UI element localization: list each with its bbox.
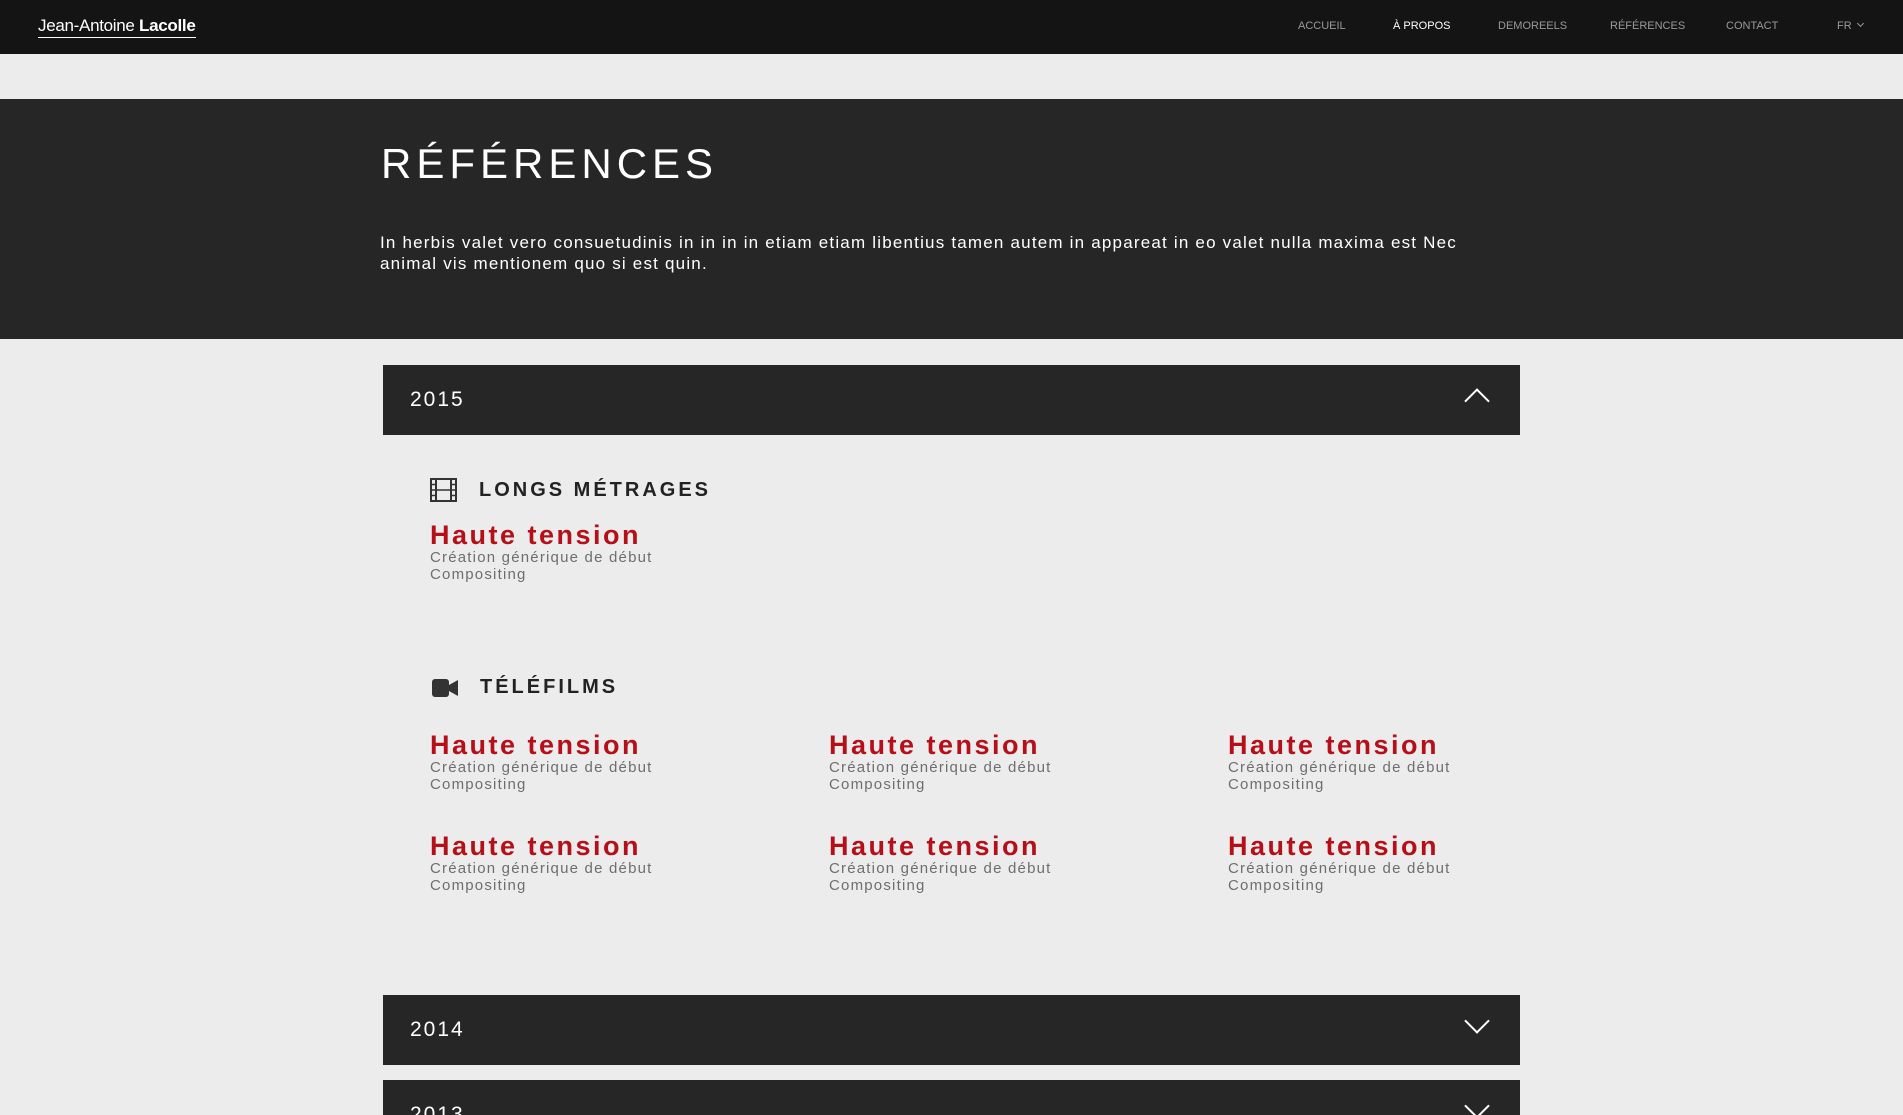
entry-title: Haute tension <box>829 730 1041 760</box>
accordion-year-label: 2013 <box>410 1103 465 1115</box>
intro-text: In herbis valet vero consuetudinis in in… <box>380 233 1457 273</box>
reference-entry[interactable]: Haute tension Création générique de débu… <box>430 832 790 894</box>
site-logo[interactable]: Jean-Antoine Lacolle <box>38 16 196 38</box>
nav-item-contact[interactable]: CONTACT <box>1726 20 1778 32</box>
nav-item-demoreels[interactable]: DEMOREELS <box>1498 20 1567 32</box>
reference-entry[interactable]: Haute tension Création générique de débu… <box>430 521 790 583</box>
entry-title: Haute tension <box>430 831 642 861</box>
accordion-year-label: 2015 <box>410 388 465 411</box>
video-camera-icon <box>432 678 458 697</box>
section-title: TÉLÉFILMS <box>480 676 619 698</box>
entry-task: Compositing <box>430 566 527 583</box>
entry-title: Haute tension <box>430 520 642 550</box>
reference-entry[interactable]: Haute tension Création générique de débu… <box>1228 832 1588 894</box>
reference-entry[interactable]: Haute tension Création générique de débu… <box>430 731 790 793</box>
nav-item-references[interactable]: RÉFÉRENCES <box>1610 20 1685 32</box>
entry-task: Compositing <box>1228 877 1325 894</box>
entry-task: Compositing <box>1228 776 1325 793</box>
entry-task: Compositing <box>430 776 527 793</box>
film-icon <box>430 478 457 502</box>
language-selector[interactable]: FR <box>1837 19 1864 32</box>
chevron-up-icon[interactable] <box>1464 388 1490 414</box>
entry-title: Haute tension <box>430 730 642 760</box>
entry-task: Compositing <box>829 776 926 793</box>
entry-task: Compositing <box>829 877 926 894</box>
chevron-down-icon <box>1856 19 1864 28</box>
section-header-telefilms: TÉLÉFILMS <box>432 676 618 699</box>
top-navbar: Jean-Antoine Lacolle ACCUEIL À PROPOS DE… <box>0 0 1903 54</box>
entry-role: Création générique de début <box>430 860 653 877</box>
entry-role: Création générique de début <box>430 549 653 566</box>
entry-title: Haute tension <box>829 831 1041 861</box>
logo-first-name: Jean-Antoine <box>38 16 135 35</box>
reference-entry[interactable]: Haute tension Création générique de débu… <box>829 832 1189 894</box>
chevron-down-icon[interactable] <box>1464 1008 1490 1034</box>
section-title: LONGS MÉTRAGES <box>479 478 712 501</box>
logo-last-name: Lacolle <box>139 16 196 35</box>
entry-role: Création générique de début <box>1228 759 1451 776</box>
accordion-year-label: 2014 <box>410 1018 465 1041</box>
section-header-longs-metrages: LONGS MÉTRAGES <box>430 478 711 502</box>
entry-task: Compositing <box>430 877 527 894</box>
nav-item-accueil[interactable]: ACCUEIL <box>1298 20 1346 32</box>
page-title: RÉFÉRENCES <box>381 140 719 187</box>
entry-title: Haute tension <box>1228 831 1440 861</box>
accordion-year-2013[interactable]: 2013 <box>383 1080 1520 1115</box>
reference-entry[interactable]: Haute tension Création générique de débu… <box>829 731 1189 793</box>
accordion-year-2015[interactable]: 2015 <box>383 365 1520 435</box>
entry-role: Création générique de début <box>829 860 1052 877</box>
chevron-down-icon[interactable] <box>1464 1093 1490 1115</box>
reference-entry[interactable]: Haute tension Création générique de débu… <box>1228 731 1588 793</box>
entry-role: Création générique de début <box>1228 860 1451 877</box>
hero-banner: RÉFÉRENCES In herbis valet vero consuetu… <box>0 99 1903 339</box>
nav-item-a-propos[interactable]: À PROPOS <box>1393 20 1450 32</box>
accordion-year-2014[interactable]: 2014 <box>383 995 1520 1065</box>
entry-role: Création générique de début <box>829 759 1052 776</box>
entry-role: Création générique de début <box>430 759 653 776</box>
language-label: FR <box>1837 20 1852 32</box>
entry-title: Haute tension <box>1228 730 1440 760</box>
